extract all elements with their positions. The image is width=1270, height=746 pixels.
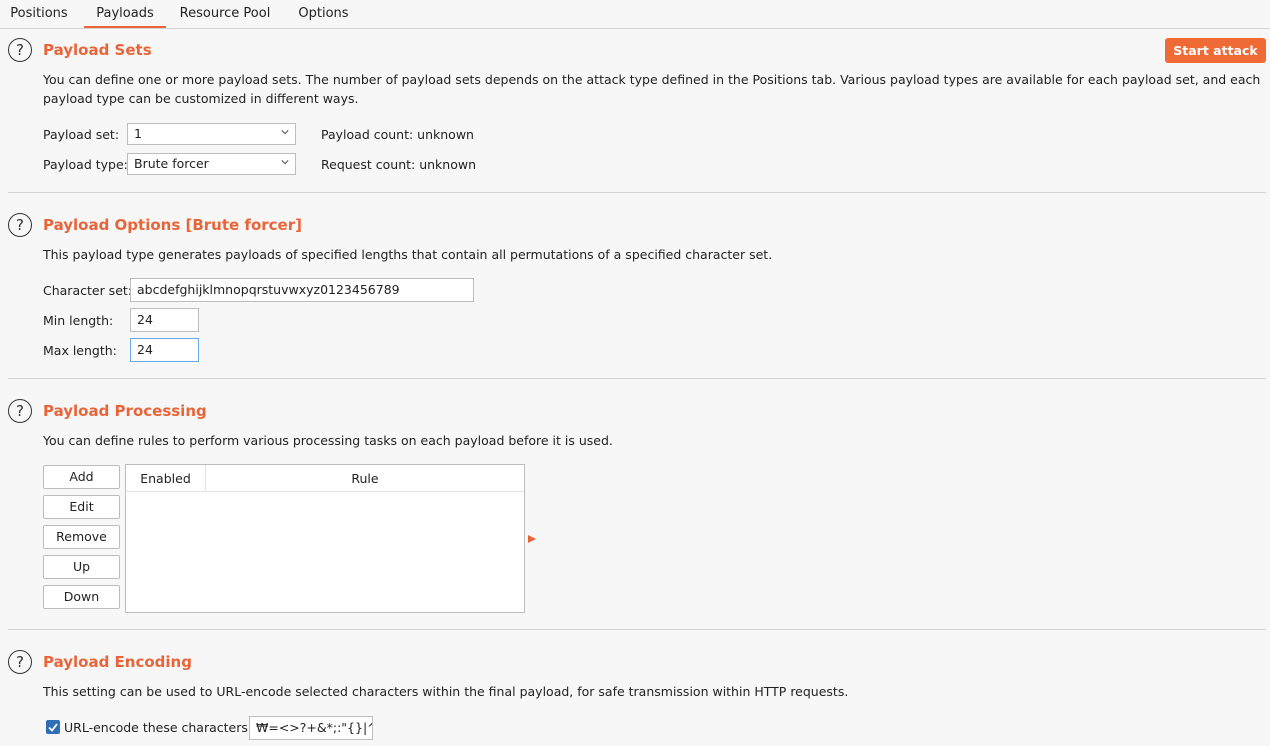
tab-options[interactable]: Options <box>290 0 357 27</box>
payload-set-label: Payload set: <box>43 127 120 142</box>
payload-type-value: Brute forcer <box>134 156 209 171</box>
rules-table[interactable]: Enabled Rule <box>125 464 525 613</box>
charset-input[interactable]: abcdefghijklmnopqrstuvwxyz0123456789 <box>130 278 474 302</box>
payload-encoding-title: Payload Encoding <box>43 653 192 671</box>
divider <box>8 629 1266 630</box>
payload-set-select[interactable]: 1 <box>127 123 296 145</box>
payload-type-label: Payload type: <box>43 157 128 172</box>
start-attack-button[interactable]: Start attack <box>1165 38 1266 63</box>
down-button[interactable]: Down <box>43 585 120 609</box>
max-length-input[interactable]: 24 <box>130 338 199 362</box>
checkmark-icon <box>48 723 58 732</box>
column-header-rule[interactable]: Rule <box>206 465 524 492</box>
request-count: Request count: unknown <box>321 157 476 172</box>
url-encode-label: URL-encode these characters: <box>64 720 253 735</box>
payload-sets-description-line2: payload type can be customized in differ… <box>43 91 359 106</box>
payload-type-select[interactable]: Brute forcer <box>127 153 296 175</box>
payload-processing-description: You can define rules to perform various … <box>43 433 613 448</box>
tab-positions[interactable]: Positions <box>5 0 73 27</box>
url-encode-chars-input[interactable]: ₩=<>?+&*;:"{}|^`# <box>249 716 373 740</box>
divider <box>8 192 1266 193</box>
min-length-label: Min length: <box>43 313 114 328</box>
edit-button[interactable]: Edit <box>43 495 120 519</box>
expand-arrow-icon[interactable] <box>527 534 537 544</box>
payload-set-value: 1 <box>134 126 142 141</box>
payload-count: Payload count: unknown <box>321 127 474 142</box>
charset-label: Character set: <box>43 283 133 298</box>
min-length-input[interactable]: 24 <box>130 308 199 332</box>
tab-payloads[interactable]: Payloads <box>84 0 166 28</box>
payload-processing-title: Payload Processing <box>43 402 207 420</box>
payload-options-title: Payload Options [Brute forcer] <box>43 216 302 234</box>
payload-options-description: This payload type generates payloads of … <box>43 247 773 262</box>
add-button[interactable]: Add <box>43 465 120 489</box>
payload-sets-description-line1: You can define one or more payload sets.… <box>43 72 1261 87</box>
payload-sets-title: Payload Sets <box>43 41 152 59</box>
payload-encoding-description: This setting can be used to URL-encode s… <box>43 684 849 699</box>
help-icon[interactable]: ? <box>8 38 32 62</box>
remove-button[interactable]: Remove <box>43 525 120 549</box>
help-icon[interactable]: ? <box>8 399 32 423</box>
chevron-down-icon <box>281 160 289 165</box>
up-button[interactable]: Up <box>43 555 120 579</box>
column-header-enabled[interactable]: Enabled <box>126 465 206 492</box>
divider <box>8 378 1266 379</box>
chevron-down-icon <box>281 130 289 135</box>
help-icon[interactable]: ? <box>8 650 32 674</box>
tab-resource-pool[interactable]: Resource Pool <box>175 0 275 27</box>
url-encode-checkbox[interactable] <box>46 720 60 734</box>
help-icon[interactable]: ? <box>8 213 32 237</box>
tab-bar: Positions Payloads Resource Pool Options <box>0 0 1270 29</box>
max-length-label: Max length: <box>43 343 117 358</box>
